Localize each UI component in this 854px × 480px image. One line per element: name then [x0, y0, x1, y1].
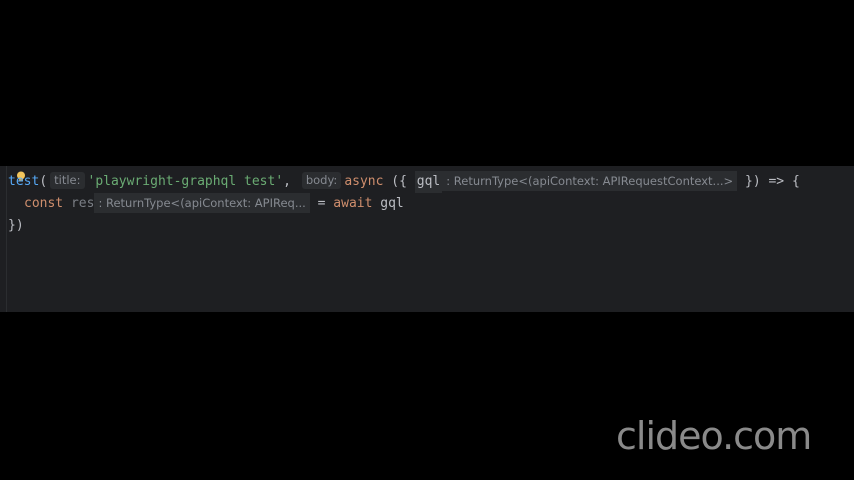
- editor-gutter: [0, 166, 7, 312]
- title-string: 'playwright-graphql test': [87, 174, 284, 189]
- parameter-hint-body: body:: [301, 172, 342, 189]
- code-line-1[interactable]: test(title:'playwright-graphql test', bo…: [8, 171, 800, 193]
- await-keyword: await: [333, 196, 373, 211]
- gql-parameter: gql: [414, 171, 443, 193]
- parameter-hint-title: title:: [50, 172, 85, 189]
- comma: ,: [283, 174, 291, 189]
- code-line-3[interactable]: }): [8, 215, 24, 237]
- async-keyword: async: [344, 174, 384, 189]
- gql-call: gql: [380, 196, 404, 211]
- destructure-close: }) => {: [745, 174, 800, 189]
- closing-brace: }): [8, 218, 24, 233]
- test-function: test: [8, 174, 40, 189]
- equals-sign: =: [317, 196, 326, 211]
- code-line-2[interactable]: const res: ReturnType<(apiContext: APIRe…: [24, 193, 404, 215]
- video-frame: test(title:'playwright-graphql test', bo…: [0, 0, 854, 480]
- const-keyword: const: [24, 196, 64, 211]
- destructure-open: ({: [391, 174, 407, 189]
- code-editor[interactable]: test(title:'playwright-graphql test', bo…: [0, 166, 854, 312]
- type-hint-res: : ReturnType<(apiContext: APIReq...: [94, 193, 310, 213]
- res-variable: res: [70, 196, 95, 211]
- clideo-watermark: clideo.com: [616, 414, 812, 458]
- open-paren: (: [39, 174, 48, 189]
- type-hint-gql: : ReturnType<(apiContext: APIRequestCont…: [442, 171, 738, 191]
